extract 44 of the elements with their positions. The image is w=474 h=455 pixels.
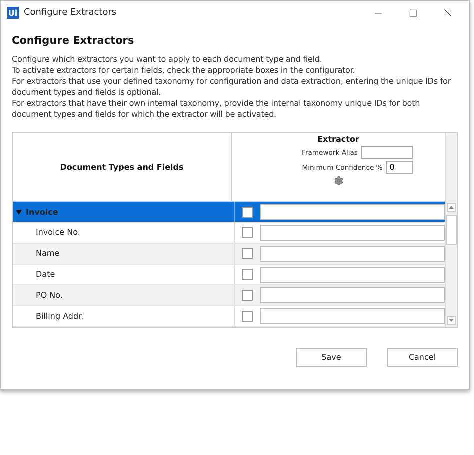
checkbox[interactable] — [242, 248, 253, 260]
table-row[interactable]: Billing Addr. — [13, 306, 445, 327]
row-label: Invoice No. — [36, 228, 80, 238]
extractor-header: Extractor — [318, 135, 360, 144]
id-field[interactable] — [260, 204, 445, 220]
description-text: To activate extractors for certain fields, check the appropriate boxes in the configurator. — [12, 65, 356, 76]
checkbox[interactable] — [242, 206, 253, 218]
row-label: PO No. — [36, 290, 63, 300]
window-title: Configure Extractors — [24, 8, 118, 18]
description-text: Configure which extractors you want to apply to each document type and field. — [12, 54, 324, 65]
expand-arrow-icon[interactable] — [16, 209, 22, 216]
scroll-thumb[interactable] — [446, 215, 457, 245]
row-label: Name — [36, 249, 60, 258]
scrollbar[interactable] — [445, 133, 457, 327]
scroll-up-icon[interactable] — [447, 203, 456, 212]
description-text: For extractors that use your defined taxonomy for configuration and data extraction, entering the unique IDs for document types and fields is optional. — [12, 76, 452, 98]
checkbox[interactable] — [242, 310, 253, 322]
scroll-down-icon[interactable] — [447, 316, 456, 325]
row-label: Billing Addr. — [36, 312, 84, 321]
framework-alias-field[interactable] — [360, 146, 413, 159]
table-row[interactable]: Name — [13, 244, 445, 265]
dialog-button[interactable]: Cancel — [387, 348, 458, 367]
id-field[interactable] — [260, 287, 445, 304]
row-label: Invoice — [26, 208, 58, 217]
table-row[interactable]: Date — [13, 264, 445, 286]
table-row[interactable]: Invoice No. — [13, 223, 445, 244]
id-field[interactable] — [260, 266, 445, 282]
row-label: Date — [36, 270, 56, 279]
table-row[interactable]: PO No. — [13, 285, 445, 306]
dialog-heading: Configure Extractors — [12, 35, 136, 47]
maximize-icon[interactable] — [408, 8, 418, 18]
description-text: For extractors that have their own internal taxonomy, provide the internal taxonomy unique IDs for both document types and fields for which the extractor will be activated. — [12, 98, 422, 120]
checkbox[interactable] — [242, 227, 253, 238]
app-icon: Ui — [7, 7, 19, 19]
column-header: Document Types and Fields — [60, 162, 184, 172]
close-icon[interactable] — [442, 7, 454, 19]
dialog-button[interactable]: Save — [296, 348, 367, 367]
settings-icon[interactable] — [334, 176, 344, 186]
id-field[interactable] — [260, 224, 445, 241]
checkbox[interactable] — [242, 290, 253, 301]
id-field[interactable] — [260, 308, 445, 324]
id-field[interactable] — [260, 246, 445, 262]
checkbox[interactable] — [242, 269, 253, 280]
min-confidence-field[interactable]: 0 — [386, 161, 413, 174]
